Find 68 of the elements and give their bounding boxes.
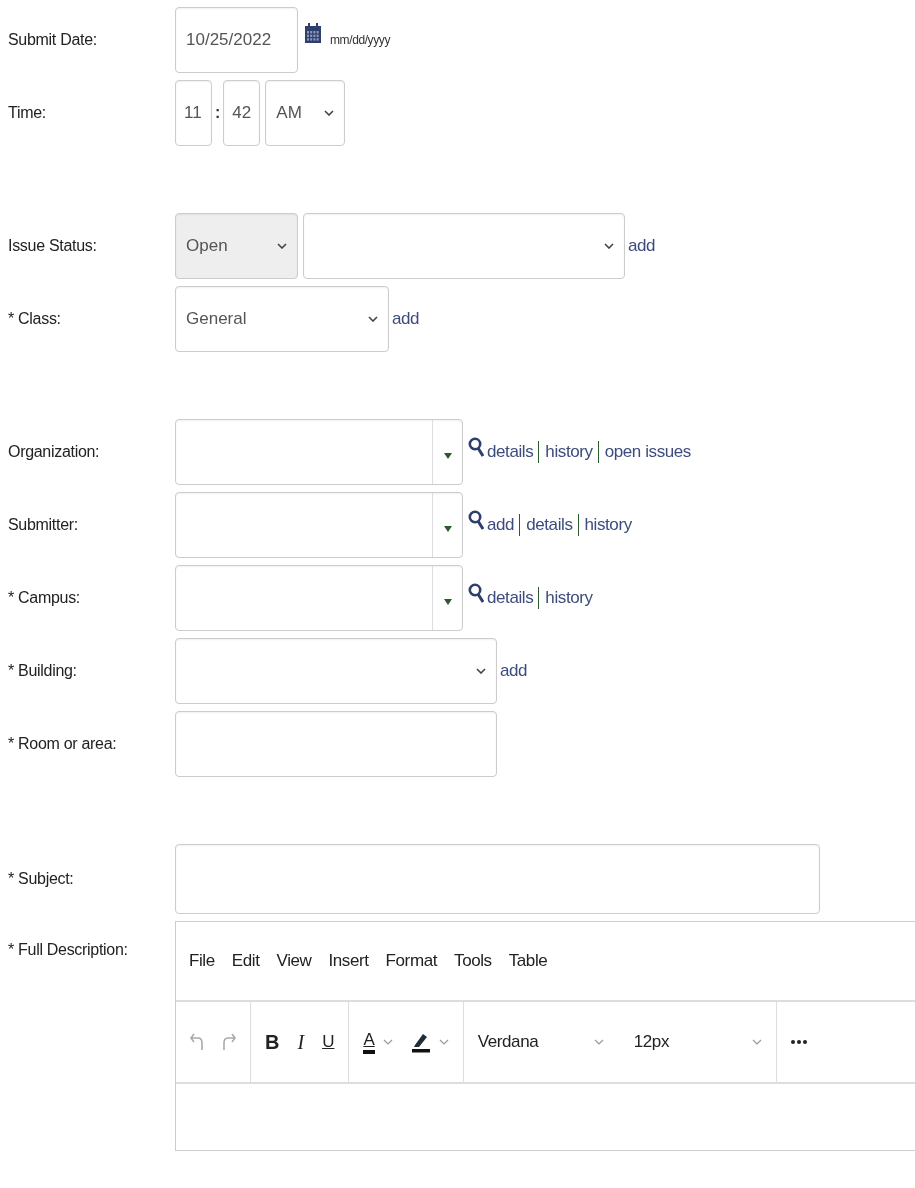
link[interactable]: history [545, 442, 593, 462]
field-label: * Class: [7, 310, 62, 328]
field-label: * Building: [7, 662, 78, 680]
chevron-icon [476, 668, 486, 674]
font-select[interactable]: Verdana [477, 1032, 604, 1052]
field-label: * Campus: [7, 589, 81, 607]
select-field[interactable] [175, 638, 497, 704]
chevron-icon[interactable] [382, 1039, 393, 1045]
field-label: Issue Status: [7, 237, 98, 255]
field-label: * Room or area: [7, 735, 118, 753]
dropdown-icon [443, 599, 452, 605]
menu-item[interactable]: View [276, 951, 312, 971]
menu-item[interactable]: File [189, 951, 215, 971]
search-icon[interactable] [468, 437, 484, 457]
field-label: * Full Description: [7, 940, 129, 959]
date-field[interactable]: 10/25/2022 [175, 7, 298, 73]
text-color-button[interactable]: A [363, 1030, 375, 1054]
menu-item[interactable]: Tools [454, 951, 492, 971]
dropdown-icon [443, 526, 452, 532]
chevron-icon [324, 110, 335, 116]
undo-icon[interactable] [190, 1032, 204, 1052]
period-select[interactable]: AM [265, 80, 346, 146]
calendar-icon[interactable] [305, 23, 321, 43]
link[interactable]: history [584, 515, 632, 535]
format-button[interactable]: B [265, 1030, 280, 1054]
link[interactable]: history [545, 588, 593, 608]
link[interactable]: add [392, 309, 420, 329]
field-label: Organization: [7, 443, 101, 461]
combo-field[interactable] [175, 565, 463, 631]
link[interactable]: details [487, 588, 534, 608]
dropdown-icon [443, 453, 452, 459]
substatus-select[interactable] [303, 213, 625, 279]
text-field[interactable] [175, 711, 497, 777]
chevron-icon [593, 1039, 604, 1045]
chevron-icon [368, 316, 378, 322]
redo-icon[interactable] [222, 1032, 236, 1052]
search-icon[interactable] [468, 510, 484, 530]
time-separator: : [215, 104, 221, 122]
format-button[interactable]: I [297, 1030, 305, 1054]
menu-item[interactable]: Insert [328, 951, 369, 971]
font-size-select[interactable]: 12px [633, 1032, 762, 1052]
chevron-icon [604, 243, 614, 249]
subject-field[interactable] [175, 844, 820, 914]
format-button[interactable]: U [322, 1032, 335, 1052]
link[interactable]: open issues [604, 442, 691, 462]
link[interactable]: details [526, 515, 573, 535]
field-label: Submit Date: [7, 31, 98, 49]
link[interactable]: add [487, 515, 515, 535]
combo-field[interactable] [175, 419, 463, 485]
menu-item[interactable]: Edit [231, 951, 260, 971]
link[interactable]: add [500, 661, 528, 681]
field-label: Submitter: [7, 516, 79, 534]
hour-field[interactable]: 11 [175, 80, 212, 146]
field-label: Time: [7, 104, 47, 122]
chevron-icon[interactable] [438, 1039, 449, 1045]
highlighter-icon[interactable] [410, 1031, 431, 1053]
link[interactable]: details [487, 442, 534, 462]
chevron-icon [751, 1039, 762, 1045]
menu-item[interactable]: Table [508, 951, 548, 971]
date-format-hint: mm/dd/yyyy [330, 33, 390, 47]
select-field[interactable]: General [175, 286, 389, 352]
combo-field[interactable] [175, 492, 463, 558]
more-icon[interactable] [790, 1040, 807, 1044]
minute-field[interactable]: 42 [223, 80, 261, 146]
menu-item[interactable]: Format [385, 951, 438, 971]
chevron-icon [277, 243, 287, 249]
search-icon[interactable] [468, 583, 484, 603]
field-label: * Subject: [7, 870, 75, 888]
